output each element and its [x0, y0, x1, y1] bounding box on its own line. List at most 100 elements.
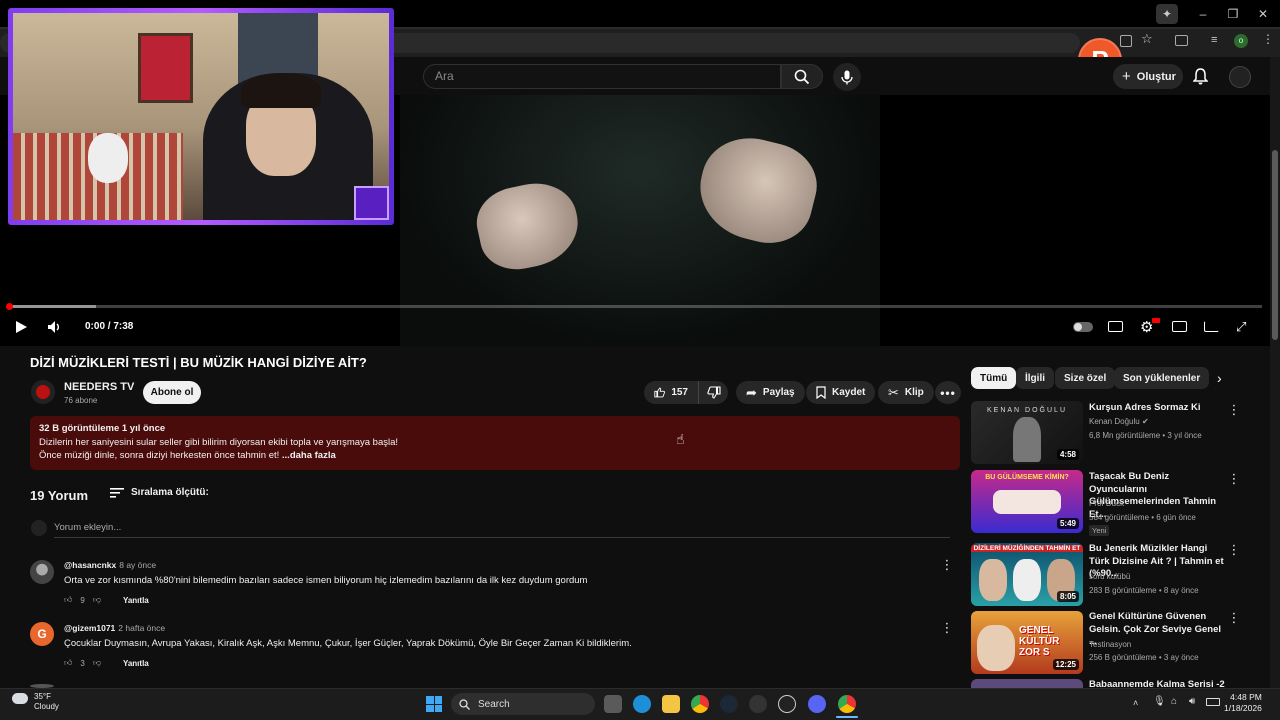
comment-time: 8 ay önce	[119, 560, 157, 570]
add-comment-input[interactable]: Yorum ekleyin...	[54, 522, 121, 533]
rec-channel[interactable]: Kenan Doğulu ✔	[1089, 417, 1149, 426]
subtitles-icon[interactable]	[1108, 321, 1123, 332]
task-view-icon[interactable]	[604, 695, 622, 713]
thumbs-down-icon[interactable]: 👎︎	[93, 658, 101, 668]
time-display: 0:00 / 7:38	[85, 321, 134, 332]
bookmark-star-icon[interactable]: ☆	[1141, 31, 1153, 47]
subscribe-button[interactable]: Abone ol	[143, 381, 201, 404]
autoplay-toggle[interactable]	[1073, 322, 1093, 332]
volume-button[interactable]	[47, 320, 63, 334]
bell-icon	[1193, 68, 1208, 85]
volume-tray-icon[interactable]: 🔊︎	[1189, 696, 1195, 707]
install-icon[interactable]	[1120, 35, 1132, 47]
app-icon-2[interactable]	[778, 695, 796, 713]
comment-author[interactable]: @gizem1071 2 hafta önce	[64, 623, 165, 633]
rec-thumbnail[interactable]: KENAN DOĞULU 4:58	[971, 401, 1083, 464]
tab-search-icon[interactable]	[1175, 35, 1188, 46]
comment-avatar[interactable]: G	[30, 622, 54, 646]
sort-icon	[110, 487, 124, 498]
windows-start-icon[interactable]	[426, 696, 442, 712]
rec-channel[interactable]: soru kulübü	[1089, 572, 1130, 581]
rec-menu-icon[interactable]: ⋮	[1228, 402, 1241, 418]
clip-button[interactable]: ✂ Klip	[878, 381, 934, 404]
menu-icon[interactable]: ⋮	[1262, 32, 1274, 46]
like-button[interactable]: 157	[644, 381, 698, 404]
weather-widget[interactable]: 35°F Cloudy	[12, 692, 59, 712]
edge-icon[interactable]	[633, 695, 651, 713]
chrome-icon[interactable]	[691, 695, 709, 713]
description-box[interactable]: 32 B görüntüleme 1 yıl önce Dizilerin he…	[30, 416, 960, 470]
rec-title[interactable]: Kurşun Adres Sormaz Ki	[1089, 402, 1225, 415]
search-button[interactable]	[781, 64, 823, 89]
rec-channel[interactable]: Testinasyon	[1089, 640, 1131, 649]
rec-thumbnail[interactable]: DİZİLERİ MÜZİĞİNDEN TAHMİN ET 8:05	[971, 543, 1083, 606]
chip-all[interactable]: Tümü	[971, 367, 1017, 389]
comment-menu-icon[interactable]: ⋮	[941, 557, 954, 573]
search-input[interactable]: Ara	[423, 64, 781, 89]
comment-text: Orta ve zor kısmında %80'nini bilemedim …	[64, 575, 588, 586]
miniplayer-icon[interactable]	[1172, 321, 1187, 332]
volume-icon	[48, 321, 59, 333]
thumbs-up-icon	[654, 387, 666, 398]
taskbar-search[interactable]: Search	[451, 693, 595, 715]
save-button[interactable]: Kaydet	[806, 381, 876, 404]
thumbs-up-icon[interactable]: 👍︎	[64, 658, 72, 668]
microphone-tray-icon[interactable]: 🎙︎	[1153, 696, 1166, 707]
rec-menu-icon[interactable]: ⋮	[1228, 610, 1241, 626]
share-button[interactable]: ➦ Paylaş	[736, 381, 805, 404]
file-explorer-icon[interactable]	[662, 695, 680, 713]
chip-related[interactable]: İlgili	[1016, 367, 1054, 389]
comment-avatar[interactable]	[30, 560, 54, 584]
comments-count: 19 Yorum	[30, 488, 89, 503]
taskbar-clock[interactable]: 4:48 PM 1/18/2026	[1224, 692, 1262, 714]
cast-icon[interactable]	[1204, 321, 1219, 332]
profile-avatar[interactable]: o	[1234, 34, 1248, 48]
chevron-right-icon[interactable]: ›	[1217, 370, 1222, 386]
sparkle-icon[interactable]: ✦	[1156, 4, 1178, 24]
progress-scrubber[interactable]	[6, 303, 13, 310]
app-icon[interactable]	[749, 695, 767, 713]
steam-icon[interactable]	[720, 695, 738, 713]
rec-thumbnail[interactable]	[971, 679, 1083, 688]
fullscreen-icon[interactable]: ⤢	[1236, 319, 1246, 335]
network-icon[interactable]: ⌂	[1171, 696, 1177, 707]
reply-button[interactable]: Yanıtla	[123, 659, 149, 668]
close-button[interactable]: ✕	[1252, 4, 1274, 24]
scrollbar-thumb[interactable]	[1272, 150, 1278, 340]
reply-button[interactable]: Yanıtla	[123, 596, 149, 605]
more-actions-button[interactable]: •••	[935, 381, 961, 404]
voice-search-button[interactable]	[833, 63, 861, 91]
media-icon[interactable]: ≡	[1211, 34, 1217, 46]
battery-icon[interactable]	[1206, 698, 1220, 706]
rec-thumbnail[interactable]: GENEL KÜLTÜR ZOR S 12:25	[971, 611, 1083, 674]
rec-meta: 584 görüntüleme • 6 gün önce	[1089, 513, 1196, 522]
show-more-link[interactable]: ...daha fazla	[282, 450, 336, 461]
rec-menu-icon[interactable]: ⋮	[1228, 471, 1241, 487]
rec-channel[interactable]: Prof Duck	[1089, 499, 1124, 508]
thumbs-up-icon[interactable]: 👍︎	[64, 595, 72, 605]
chrome-active-icon[interactable]	[838, 695, 856, 713]
play-button[interactable]	[14, 320, 28, 334]
dislike-button[interactable]	[698, 381, 728, 404]
notifications-button[interactable]	[1193, 68, 1208, 85]
comment-author[interactable]: @hasancnkx 8 ay önce	[64, 560, 156, 570]
create-button[interactable]: + Oluştur	[1113, 64, 1183, 89]
tray-chevron-icon[interactable]: ˄	[1133, 698, 1138, 708]
description-line-2: Önce müziği dinle, sonra diziyi herkeste…	[39, 450, 280, 461]
minimize-button[interactable]: –	[1192, 4, 1214, 24]
discord-icon[interactable]	[808, 695, 826, 713]
thumbs-down-icon[interactable]: 👎︎	[93, 595, 101, 605]
chip-for-you[interactable]: Size özel	[1055, 367, 1116, 389]
channel-avatar[interactable]	[31, 380, 55, 404]
progress-bar[interactable]	[8, 305, 1262, 308]
account-avatar[interactable]	[1229, 66, 1251, 88]
rec-title[interactable]: Babaannemde Kalma Serisi -2	[1089, 679, 1225, 688]
maximize-button[interactable]: ❐	[1222, 4, 1244, 24]
rec-menu-icon[interactable]: ⋮	[1228, 542, 1241, 558]
chip-recently-uploaded[interactable]: Son yüklenenler	[1114, 367, 1210, 389]
comment-menu-icon[interactable]: ⋮	[941, 620, 954, 636]
rec-thumbnail[interactable]: BU GÜLÜMSEME KİMİN? 5:49	[971, 470, 1083, 533]
sort-comments-button[interactable]: Sıralama ölçütü:	[110, 487, 209, 498]
channel-name[interactable]: NEEDERS TV	[64, 381, 134, 393]
new-badge: Yeni	[1089, 525, 1110, 536]
